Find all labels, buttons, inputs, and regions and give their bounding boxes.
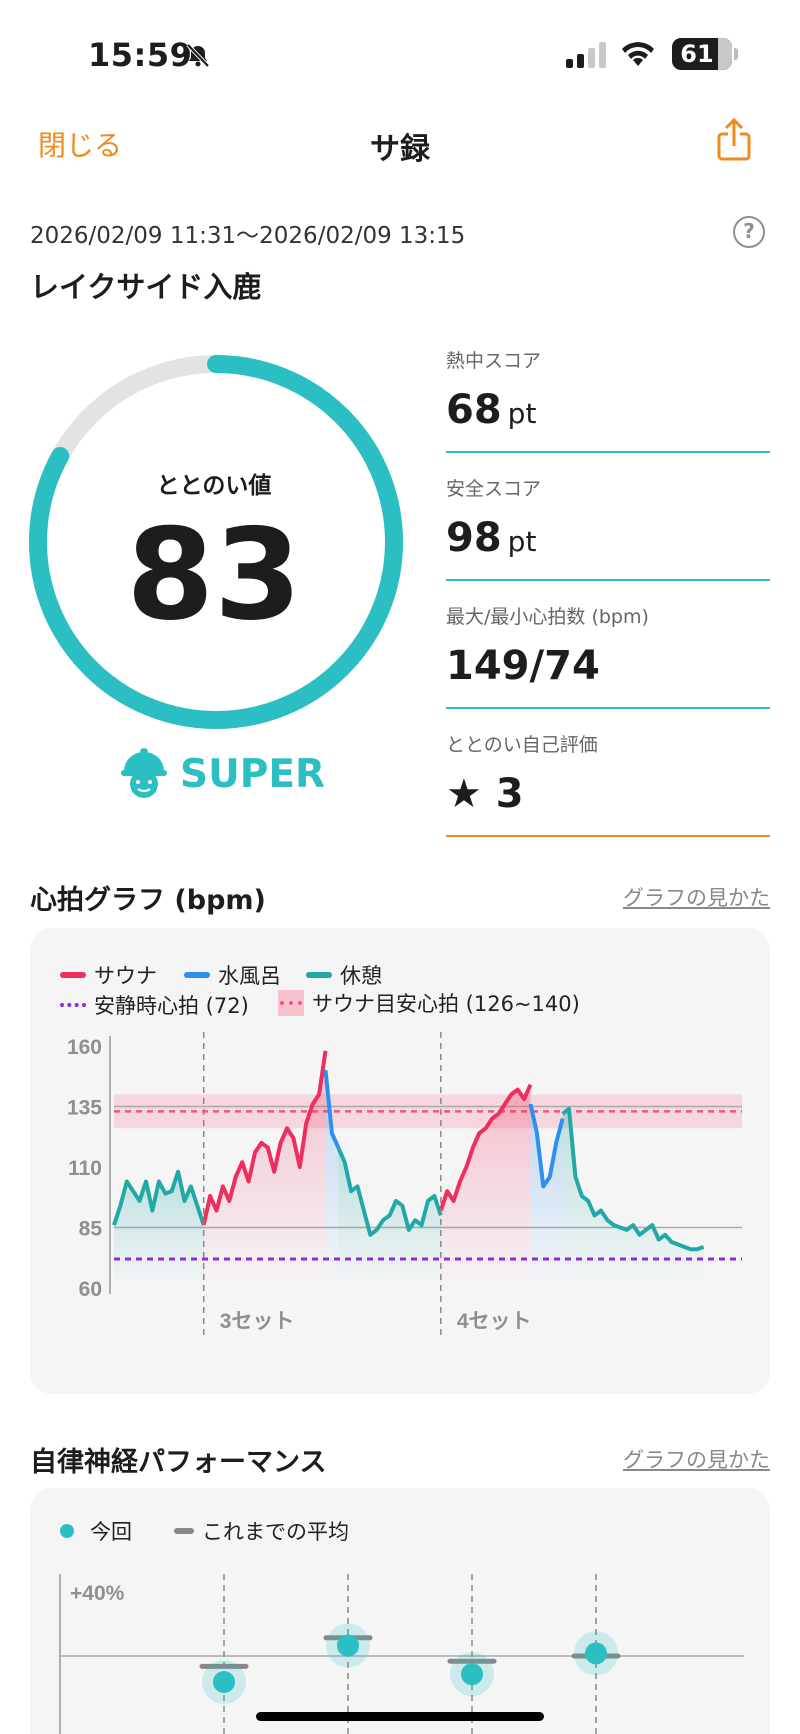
autonomic-card: 今回 これまでの平均 +40% xyxy=(30,1488,770,1734)
current-point xyxy=(213,1671,235,1693)
stat-value: 68 xyxy=(446,387,502,433)
stat-divider xyxy=(446,451,770,453)
bell-muted-icon xyxy=(186,43,210,68)
y-tick-label: 135 xyxy=(67,1097,102,1120)
stat-heat-score: 熱中スコア 68 pt xyxy=(446,346,770,453)
y-tick-label: 160 xyxy=(67,1036,102,1059)
current-point xyxy=(337,1634,359,1657)
heart-graph-title: 心拍グラフ (bpm) xyxy=(30,885,266,916)
battery-indicator: 61 xyxy=(672,38,738,70)
page-title: サ録 xyxy=(370,132,430,167)
autonomic-help-link[interactable]: グラフの見かた xyxy=(620,1444,770,1474)
stat-label: 熱中スコア xyxy=(446,350,542,372)
share-icon[interactable] xyxy=(716,118,752,162)
wifi-icon xyxy=(622,42,654,66)
stat-label: ととのい自己評価 xyxy=(446,734,598,756)
session-range: 2026/02/09 11:31〜2026/02/09 13:15 xyxy=(30,223,466,249)
stat-label: 最大/最小心拍数 (bpm) xyxy=(446,606,649,628)
stat-divider xyxy=(446,835,770,837)
stat-value: 98 xyxy=(446,515,502,561)
current-point xyxy=(585,1642,607,1665)
stat-unit: pt xyxy=(507,525,537,558)
y-tick-label: 110 xyxy=(68,1157,102,1180)
stat-value: 149/74 xyxy=(446,643,600,689)
totonoi-rank: SUPER xyxy=(180,752,326,797)
cellular-signal-icon xyxy=(566,42,606,68)
stat-safety-score: 安全スコア 98 pt xyxy=(446,474,770,581)
current-point xyxy=(461,1663,483,1686)
heart-rate-chart: 160 135 110 85 60 3セット 4セット xyxy=(67,1032,742,1338)
stat-self-rating[interactable]: ととのい自己評価 ★ 3 xyxy=(446,730,770,837)
totonoi-label: ととのい値 xyxy=(156,473,272,499)
heart-graph-help-link[interactable]: グラフの見かた xyxy=(620,882,770,912)
stat-divider xyxy=(446,707,770,709)
facility-name: レイクサイド入鹿 xyxy=(30,270,262,304)
stat-heart-rate: 最大/最小心拍数 (bpm) 149/74 xyxy=(446,602,770,709)
y-tick-label: 60 xyxy=(79,1278,102,1301)
stat-unit: pt xyxy=(507,397,537,430)
y-tick-label: 85 xyxy=(79,1218,103,1241)
set-label: 4セット xyxy=(457,1310,532,1333)
stat-label: 安全スコア xyxy=(446,478,542,500)
y-tick-label: +40% xyxy=(70,1582,125,1605)
stat-value: ★ 3 xyxy=(446,771,524,817)
help-icon[interactable]: ? xyxy=(733,216,765,248)
heart-graph-card: サウナ 水風呂 休憩 安静時心拍 (72) サウナ目安心拍 (126~140) … xyxy=(30,928,770,1394)
autonomic-title: 自律神経パフォーマンス xyxy=(30,1447,327,1478)
series-area-sauna xyxy=(203,1050,326,1288)
sauna-hat-icon xyxy=(121,748,167,798)
battery-level: 61 xyxy=(680,40,714,68)
totonoi-value: 83 xyxy=(126,501,302,648)
set-label: 3セット xyxy=(220,1310,295,1333)
status-time: 15:59 xyxy=(88,36,193,74)
home-indicator xyxy=(256,1712,544,1721)
stat-divider xyxy=(446,579,770,581)
autonomic-chart: +40% xyxy=(59,1574,744,1734)
